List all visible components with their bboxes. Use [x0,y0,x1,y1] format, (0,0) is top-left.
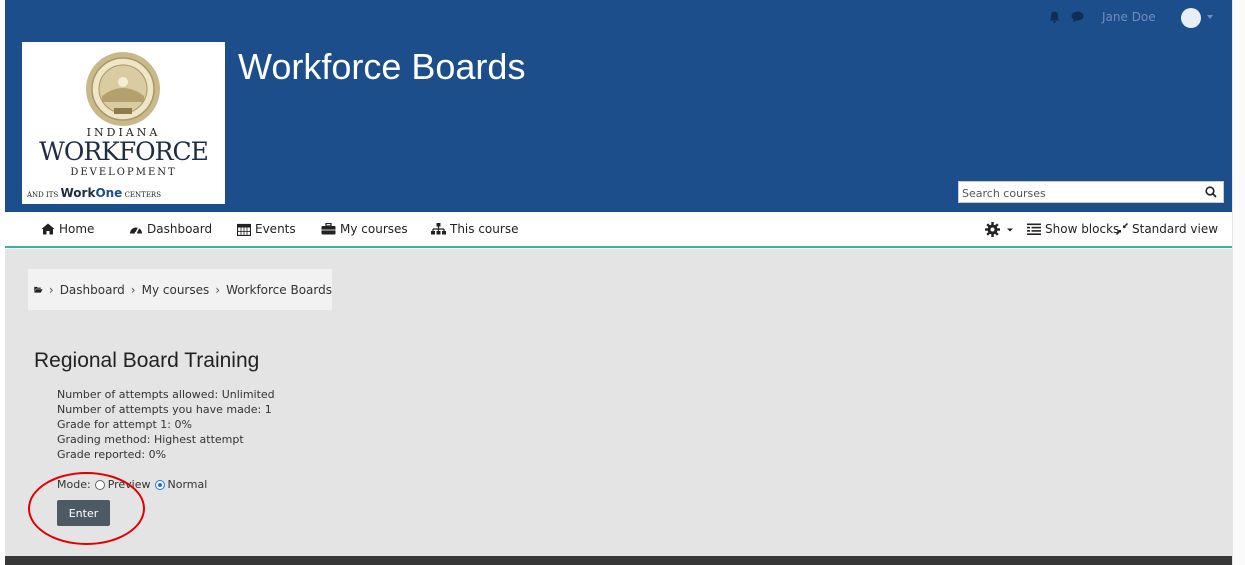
avatar[interactable] [1181,8,1201,28]
scrollbar[interactable] [1232,0,1245,565]
breadcrumb-dashboard[interactable]: Dashboard [60,283,125,297]
main-navbar: Home Dashboard Events My courses This co… [5,212,1232,248]
settings-menu[interactable] [985,222,1014,237]
nav-events[interactable]: Events [237,222,296,236]
breadcrumb-separator: › [215,282,221,297]
home-icon [41,223,55,235]
breadcrumb: › Dashboard › My courses › Workforce Boa… [28,269,332,310]
list-icon [1027,223,1041,235]
logo-workforce-text: WORKFORCE [39,137,209,166]
info-grade-reported: Grade reported: 0% [57,448,167,461]
state-seal-icon [86,52,160,126]
calendar-icon [237,223,251,236]
site-logo[interactable]: INDIANA WORKFORCE DEVELOPMENT AND ITS Wo… [22,42,225,204]
logo-development-text: DEVELOPMENT [70,167,177,178]
gear-icon [985,222,1000,237]
nav-home[interactable]: Home [41,222,94,236]
dashboard-icon [130,226,142,235]
user-name[interactable]: Jane Doe [1102,10,1156,24]
info-attempts-allowed: Number of attempts allowed: Unlimited [57,388,275,401]
search-box [958,181,1224,204]
nav-dashboard[interactable]: Dashboard [129,222,212,236]
mode-normal-radio[interactable] [154,479,165,490]
info-grade-attempt-1: Grade for attempt 1: 0% [57,418,192,431]
mode-normal-label[interactable]: Normal [168,478,208,491]
site-title[interactable]: Workforce Boards [238,46,525,88]
breadcrumb-separator: › [130,282,136,297]
page-title: Regional Board Training [34,349,260,372]
main-content: › Dashboard › My courses › Workforce Boa… [5,249,1232,556]
folder-open-icon[interactable] [34,283,43,296]
page-footer [5,556,1232,565]
info-grading-method: Grading method: Highest attempt [57,433,244,446]
chevron-down-icon [1007,228,1013,231]
show-blocks-button[interactable]: Show blocks [1027,222,1119,236]
user-menu-caret-icon[interactable] [1207,15,1213,19]
page-header: INDIANA WORKFORCE DEVELOPMENT AND ITS Wo… [5,35,1232,212]
compress-icon [1116,223,1128,235]
breadcrumb-workforce-boards[interactable]: Workforce Boards [226,283,332,297]
bell-icon[interactable] [1049,11,1060,23]
logo-workone-line: AND ITS WorkOne CENTERS [27,186,161,200]
chat-icon[interactable] [1071,11,1084,23]
nav-this-course[interactable]: This course [431,222,518,236]
info-attempts-made: Number of attempts you have made: 1 [57,403,272,416]
attempt-info: Number of attempts allowed: Unlimited Nu… [57,387,275,462]
standard-view-button[interactable]: Standard view [1116,222,1218,236]
nav-my-courses[interactable]: My courses [321,222,408,236]
highlight-annotation-circle [28,472,145,545]
search-icon[interactable] [1205,186,1217,198]
briefcase-icon [321,223,336,235]
breadcrumb-separator: › [48,282,54,297]
top-bar: Jane Doe [5,0,1232,35]
search-input[interactable] [959,183,1191,204]
breadcrumb-my-courses[interactable]: My courses [142,283,210,297]
sitemap-icon [431,223,446,235]
